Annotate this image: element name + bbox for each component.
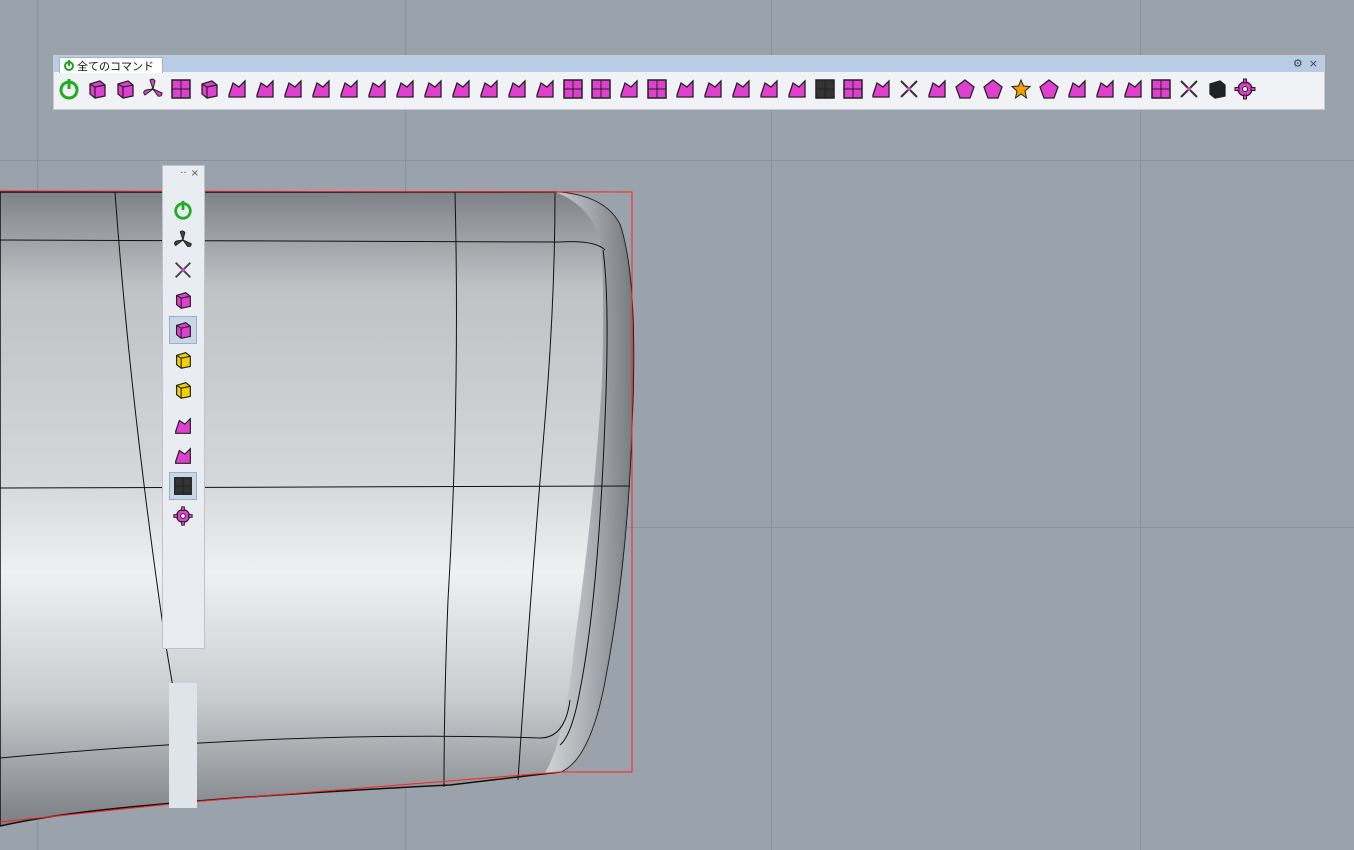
scan-icon[interactable]: [784, 76, 810, 102]
frame-h-icon[interactable]: [169, 472, 197, 500]
gear-icon[interactable]: ⚙: [1293, 57, 1303, 70]
floating-toolbar-icons: [169, 196, 197, 532]
toolbar-controls: ⚙ ×: [1293, 57, 1318, 70]
dashed-arrow-icon[interactable]: [896, 76, 922, 102]
gear-puzzle-icon[interactable]: [1232, 76, 1258, 102]
arch-icon[interactable]: [336, 76, 362, 102]
sweep-icon[interactable]: [756, 76, 782, 102]
gear-puzzle-icon[interactable]: [169, 502, 197, 530]
frame-curve-icon[interactable]: [840, 76, 866, 102]
book-icon[interactable]: [420, 76, 446, 102]
paint-bucket-icon[interactable]: [169, 412, 197, 440]
split-b-icon[interactable]: [700, 76, 726, 102]
command-toolbar: 全てのコマンド ⚙ ×: [53, 55, 1325, 110]
box-solid-icon[interactable]: [84, 76, 110, 102]
axes-icon[interactable]: [169, 256, 197, 284]
cube-point-icon[interactable]: [169, 286, 197, 314]
sheet-icon[interactable]: [1120, 76, 1146, 102]
floating-toolbar-empty-area: [169, 683, 197, 808]
drag-handle-icon[interactable]: ··: [180, 168, 186, 179]
bend-icon[interactable]: [364, 76, 390, 102]
fold-icon[interactable]: [392, 76, 418, 102]
toolbar-tabbar: 全てのコマンド ⚙ ×: [54, 56, 1324, 73]
power-icon: [64, 59, 74, 71]
target-icon[interactable]: [980, 76, 1006, 102]
branch-icon[interactable]: [252, 76, 278, 102]
cross-icon[interactable]: [1176, 76, 1202, 102]
hand-icon[interactable]: [868, 76, 894, 102]
tab-all-commands[interactable]: 全てのコマンド: [59, 57, 163, 73]
grid-delete-icon[interactable]: [644, 76, 670, 102]
check-frame-icon[interactable]: [560, 76, 586, 102]
bridge-icon[interactable]: [532, 76, 558, 102]
shear-icon[interactable]: [308, 76, 334, 102]
cube-yellow-outline-icon[interactable]: [169, 376, 197, 404]
stack-icon[interactable]: [616, 76, 642, 102]
power-icon[interactable]: [169, 196, 197, 224]
toolbar-icon-row: [56, 76, 1258, 102]
erase-icon[interactable]: [169, 442, 197, 470]
pentagon-icon[interactable]: [1036, 76, 1062, 102]
cube-yellow-icon[interactable]: [169, 346, 197, 374]
propeller-icon[interactable]: [169, 226, 197, 254]
floating-toolbar: ·· ×: [162, 165, 205, 808]
branch-y-icon[interactable]: [924, 76, 950, 102]
tag-icon[interactable]: [476, 76, 502, 102]
propeller-icon[interactable]: [140, 76, 166, 102]
comb-icon[interactable]: [1064, 76, 1090, 102]
node-flow-icon[interactable]: [280, 76, 306, 102]
diamond-icon[interactable]: [952, 76, 978, 102]
floating-toolbar-header[interactable]: ·· ×: [163, 166, 204, 180]
ribbon-icon[interactable]: [504, 76, 530, 102]
layer-icon[interactable]: [1092, 76, 1118, 102]
dark-box-icon[interactable]: [1204, 76, 1230, 102]
close-icon[interactable]: ×: [191, 168, 199, 179]
cube-select-icon[interactable]: [169, 316, 197, 344]
star-rotate-icon[interactable]: [1008, 76, 1034, 102]
merge-icon[interactable]: [728, 76, 754, 102]
grid-four-icon[interactable]: [588, 76, 614, 102]
cube-explode-icon[interactable]: [112, 76, 138, 102]
box-wireframe-icon[interactable]: [196, 76, 222, 102]
table-mesh-icon[interactable]: [168, 76, 194, 102]
tab-label: 全てのコマンド: [77, 59, 154, 73]
panel-icon[interactable]: [448, 76, 474, 102]
power-icon[interactable]: [56, 76, 82, 102]
close-icon[interactable]: ×: [1309, 57, 1318, 70]
split-a-icon[interactable]: [672, 76, 698, 102]
mesh-sheet-icon[interactable]: [1148, 76, 1174, 102]
arrow-curve-icon[interactable]: [224, 76, 250, 102]
dots-grid-icon[interactable]: [812, 76, 838, 102]
